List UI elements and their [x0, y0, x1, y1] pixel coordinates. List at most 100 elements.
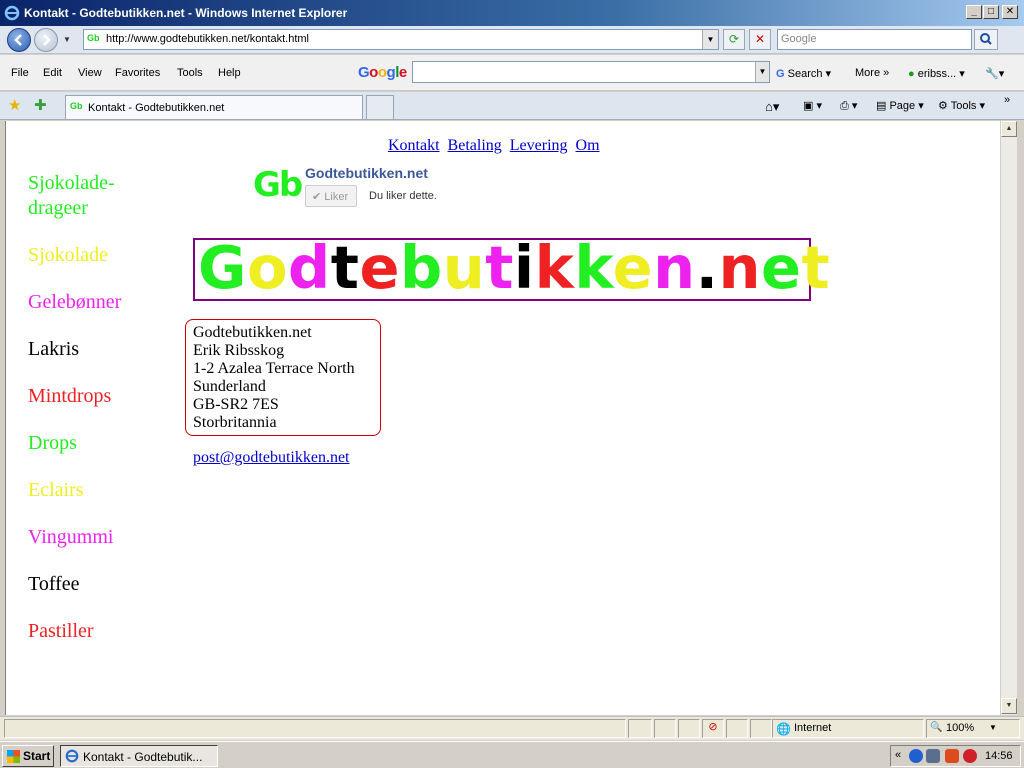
vertical-scrollbar[interactable]: ▲ ▼ [1000, 121, 1017, 715]
google-search-button[interactable]: G Search ▾ [776, 67, 831, 80]
start-button[interactable]: Start [2, 745, 54, 767]
nav-betaling[interactable]: Betaling [448, 137, 502, 154]
menu-help[interactable]: Help [218, 67, 241, 79]
gear-icon: ⚙ [938, 100, 948, 112]
banner-letter: d [287, 233, 331, 302]
tray-clock-app-icon[interactable] [963, 749, 977, 763]
status-panel [654, 719, 676, 738]
more-button[interactable]: More » [855, 67, 889, 79]
tray-expand-icon[interactable]: « [895, 749, 901, 761]
url-dropdown-icon[interactable]: ▼ [702, 30, 718, 49]
banner-letter: . [695, 233, 719, 302]
email-link[interactable]: post@godtebutikken.net [193, 449, 350, 467]
close-button[interactable]: ✕ [1002, 5, 1018, 19]
feeds-icon[interactable]: ▣ ▾ [803, 99, 822, 112]
new-tab-button[interactable] [366, 95, 394, 119]
google-dropdown-icon[interactable]: ▼ [755, 62, 769, 82]
menu-file[interactable]: File [11, 67, 29, 79]
top-navigation: Kontakt Betaling Levering Om [388, 137, 604, 155]
facebook-page-name[interactable]: Godtebutikken.net [305, 165, 428, 181]
category-link[interactable]: drageer [28, 196, 88, 221]
menu-edit[interactable]: Edit [43, 67, 62, 79]
nav-om[interactable]: Om [576, 137, 600, 154]
search-input[interactable]: Google [777, 29, 972, 50]
url-input[interactable]: Gb http://www.godtebutikken.net/kontakt.… [83, 29, 719, 50]
category-link[interactable]: Eclairs [28, 478, 84, 503]
category-link[interactable]: Mintdrops [28, 384, 111, 409]
zoom-dropdown-icon[interactable]: ▼ [989, 723, 997, 732]
search-go-button[interactable] [974, 29, 998, 50]
magnifier-icon [980, 33, 992, 45]
address-toolbar: ▼ Gb http://www.godtebutikken.net/kontak… [0, 26, 1024, 54]
tools-menu-button[interactable]: ⚙ Tools ▾ [938, 99, 985, 112]
windows-flag-icon [7, 750, 20, 763]
taskbar: Start Kontakt - Godtebutik... « 14:56 [0, 741, 1024, 768]
banner-letter: k [574, 233, 613, 302]
status-bar: ⊘ 🌐 Internet 🔍 ▼ 100% [0, 716, 1024, 740]
globe-icon: 🌐 [776, 722, 791, 736]
maximize-button[interactable]: □ [983, 5, 999, 19]
tray-network-icon[interactable] [909, 749, 923, 763]
banner-letter: o [246, 233, 288, 302]
banner-letter: i [513, 233, 535, 302]
nav-levering[interactable]: Levering [510, 137, 568, 154]
category-link[interactable]: Sjokolade- [28, 171, 115, 196]
window-title: Kontakt - Godtebutikken.net - Windows In… [24, 6, 348, 20]
stop-button[interactable]: ✕ [749, 29, 771, 50]
favicon-icon: Gb [87, 33, 100, 43]
banner-letter: k [534, 233, 575, 302]
menu-view[interactable]: View [78, 67, 102, 79]
menu-tools[interactable]: Tools [177, 67, 203, 79]
history-dropdown-icon[interactable]: ▼ [63, 35, 75, 45]
home-icon[interactable]: ⌂▾ [765, 99, 779, 115]
minimize-button[interactable]: _ [966, 5, 982, 19]
facebook-like-button[interactable]: ✔ Liker [305, 185, 357, 207]
page-viewport: Kontakt Betaling Levering Om Sjokolade-d… [5, 121, 1000, 715]
tab-favicon-icon: Gb [70, 101, 83, 111]
banner-letter: n [653, 233, 696, 302]
category-link[interactable]: Toffee [28, 572, 80, 597]
menu-favorites[interactable]: Favorites [115, 67, 160, 79]
banner-letter: n [718, 233, 762, 302]
clock: 14:56 [985, 750, 1013, 762]
category-link[interactable]: Vingummi [28, 525, 113, 550]
banner-letter: t [485, 233, 514, 302]
status-panel [750, 719, 772, 738]
favorites-star-icon[interactable]: ★ [8, 96, 21, 114]
scroll-up-arrow-icon[interactable]: ▲ [1001, 121, 1017, 137]
banner-letter: t [801, 233, 831, 302]
category-link[interactable]: Drops [28, 431, 77, 456]
system-tray: « 14:56 [890, 745, 1021, 767]
window-title-bar[interactable]: Kontakt - Godtebutikken.net - Windows In… [0, 0, 1024, 26]
category-link[interactable]: Gelebønner [28, 290, 121, 315]
page-icon: ▤ [876, 100, 887, 112]
address-line: 1-2 Azalea Terrace North [193, 360, 355, 377]
tab-kontakt[interactable]: Gb Kontakt - Godtebutikken.net [65, 95, 363, 119]
banner-letter: u [442, 233, 486, 302]
privacy-icon[interactable]: ⊘ [702, 719, 724, 738]
google-search-input[interactable]: ▼ [412, 61, 770, 83]
print-icon[interactable]: ⎙ ▾ [840, 99, 857, 113]
page-menu-button[interactable]: ▤ Page ▾ [876, 99, 924, 112]
category-link[interactable]: Pastiller [28, 619, 94, 644]
facebook-page-logo: Gb [253, 165, 303, 205]
forward-button[interactable] [34, 28, 58, 52]
nav-kontakt[interactable]: Kontakt [388, 137, 440, 154]
category-link[interactable]: Lakris [28, 337, 79, 362]
wrench-icon[interactable]: 🔧▾ [985, 67, 1004, 80]
chevron-more-icon[interactable]: » [1004, 94, 1010, 106]
back-button[interactable] [7, 28, 31, 52]
banner-letter: t [330, 233, 360, 302]
status-panel [678, 719, 700, 738]
add-favorite-icon[interactable]: ✚ [34, 96, 47, 114]
taskbar-ie-window[interactable]: Kontakt - Godtebutik... [60, 745, 218, 767]
zoom-level: 100% [946, 722, 975, 734]
tray-monitor-icon[interactable] [926, 749, 940, 763]
address-line: Storbritannia [193, 414, 277, 431]
user-account-button[interactable]: ● eribss... ▾ [908, 67, 965, 80]
address-line: Godtebutikken.net [193, 324, 312, 341]
tray-app-icon[interactable] [945, 749, 959, 763]
scroll-down-arrow-icon[interactable]: ▼ [1001, 698, 1017, 714]
category-link[interactable]: Sjokolade [28, 243, 108, 268]
refresh-button[interactable]: ⟳ [723, 29, 745, 50]
